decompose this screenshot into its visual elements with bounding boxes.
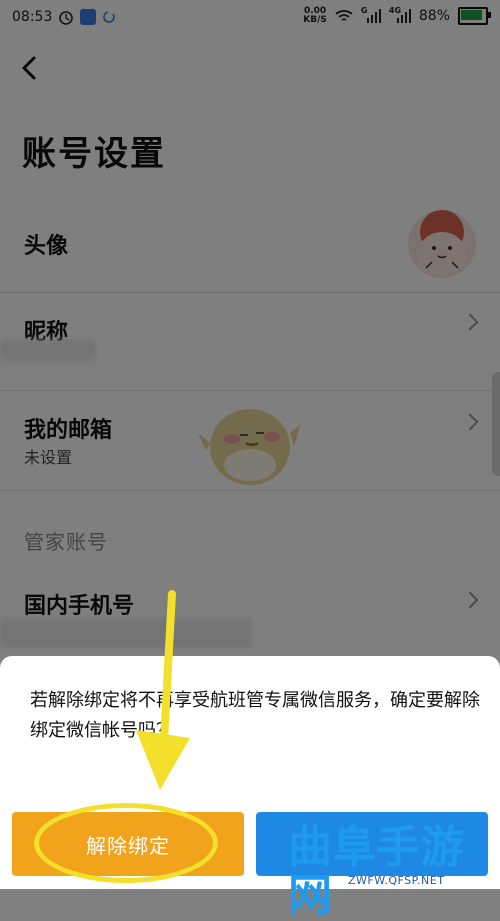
tutorial-arrow-icon bbox=[136, 590, 190, 790]
watermark-url: ZWFW.QFSP.NET bbox=[348, 874, 445, 887]
unbind-dialog-message: 若解除绑定将不再享受航班管专属微信服务，确定要解除绑定微信帐号吗？ bbox=[30, 690, 480, 741]
scroll-handle[interactable] bbox=[492, 372, 500, 476]
tutorial-highlight-ring bbox=[34, 803, 218, 883]
site-watermark: 曲阜手游网 ZWFW.QFSP.NET bbox=[288, 824, 500, 920]
watermark-title: 曲阜手游网 bbox=[288, 822, 464, 921]
